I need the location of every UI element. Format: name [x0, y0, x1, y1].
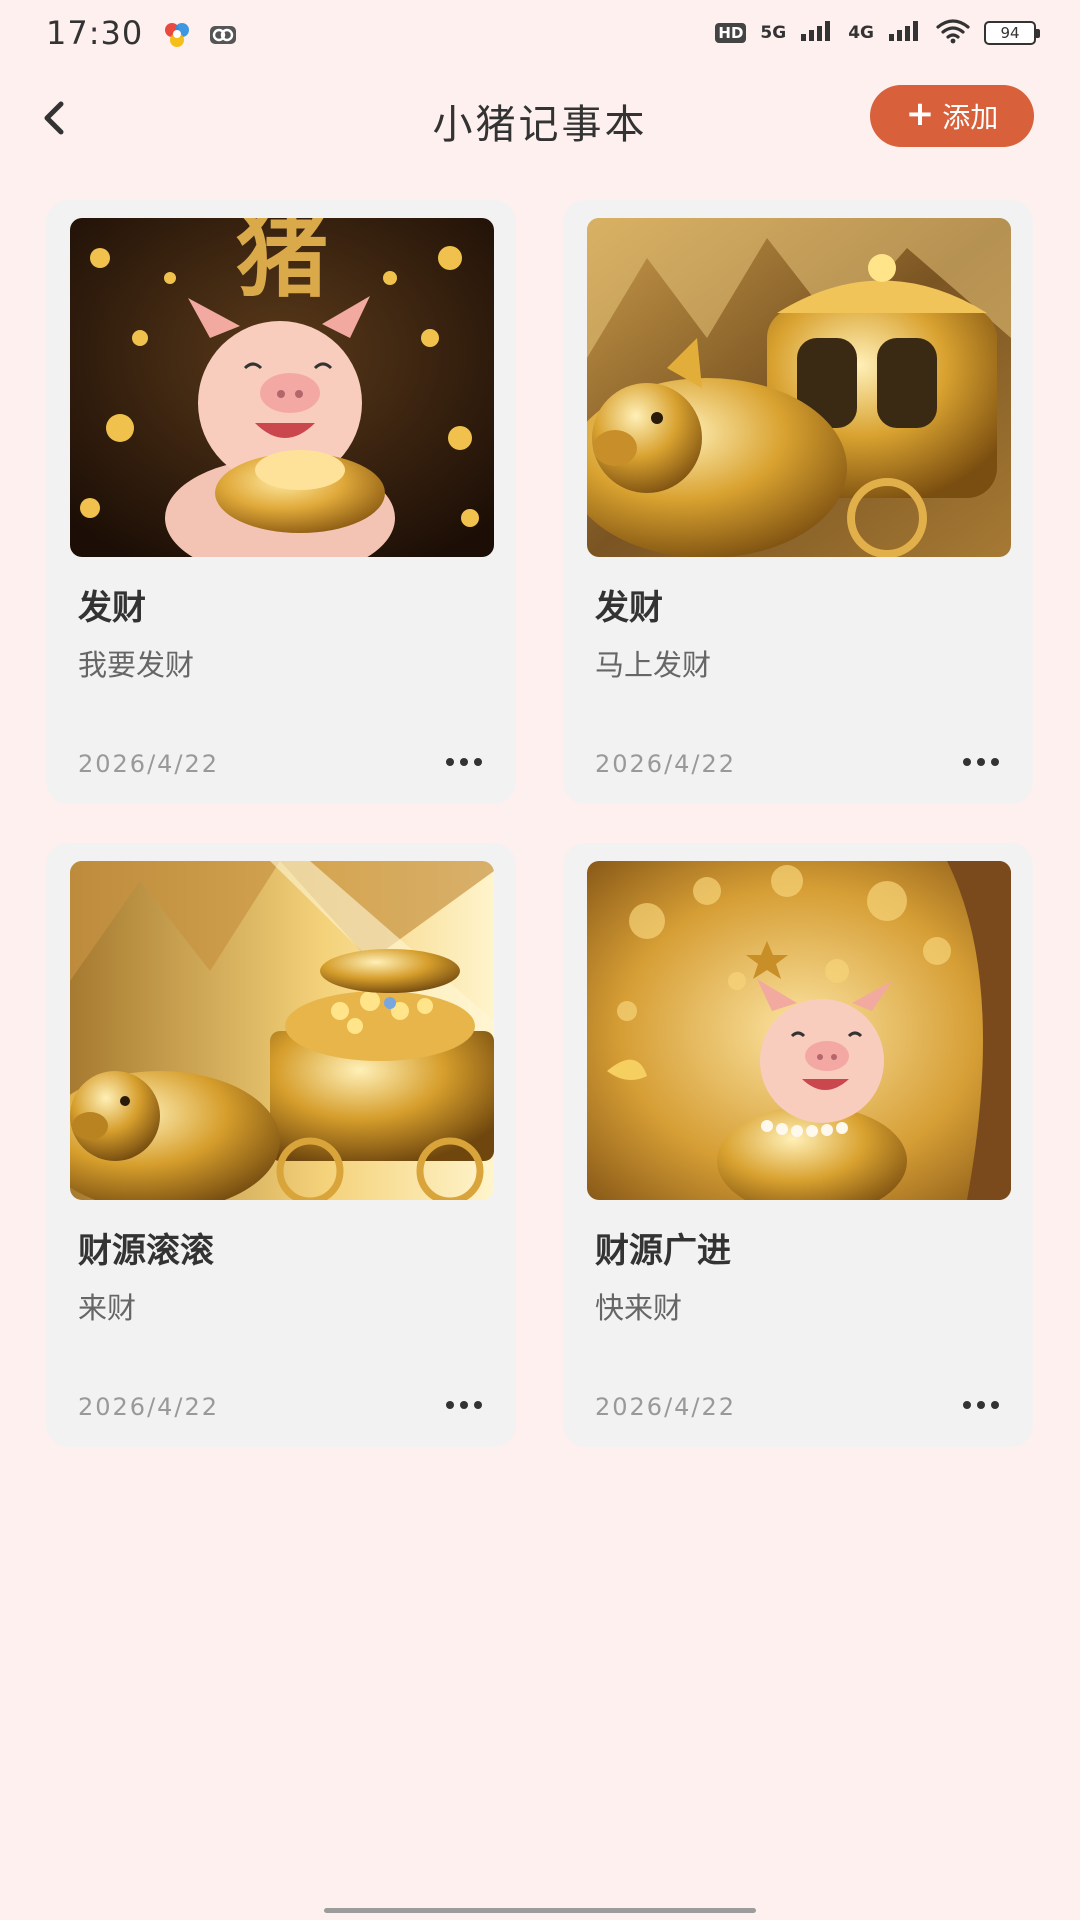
- wifi-icon: [936, 18, 970, 48]
- note-date: 2026/4/22: [78, 1393, 220, 1421]
- more-dot: [474, 1401, 482, 1409]
- note-title: 发财: [78, 588, 146, 628]
- more-dot: [977, 758, 985, 766]
- add-note-button[interactable]: + 添加: [870, 85, 1034, 147]
- note-date: 2026/4/22: [595, 1393, 737, 1421]
- note-date: 2026/4/22: [595, 750, 737, 778]
- more-dot: [977, 1401, 985, 1409]
- note-card[interactable]: 财源滚滚 来财 2026/4/22: [46, 843, 516, 1447]
- svg-text:猪: 猪: [236, 218, 328, 310]
- golden-pig-treasure-image: [70, 861, 494, 1200]
- status-bar: 17:30 HD 5G 4G 94: [0, 0, 1080, 70]
- note-title: 发财: [595, 588, 663, 628]
- note-description: 马上发财: [595, 648, 712, 682]
- home-indicator[interactable]: [324, 1908, 756, 1913]
- more-options-button[interactable]: [953, 744, 1009, 780]
- note-description: 快来财: [595, 1291, 683, 1325]
- note-card[interactable]: 发财 马上发财 2026/4/22: [563, 200, 1033, 804]
- pig-with-gold-ingot-image: 猪: [70, 218, 494, 557]
- note-title: 财源滚滚: [78, 1231, 214, 1271]
- plus-icon: +: [905, 94, 935, 134]
- note-description: 我要发财: [78, 648, 195, 682]
- note-card[interactable]: 猪 发财 我要发财 2026/4/22: [46, 200, 516, 804]
- net-4g-label: 4G: [848, 23, 874, 43]
- more-options-button[interactable]: [953, 1387, 1009, 1423]
- note-description: 来财: [78, 1291, 137, 1325]
- note-date: 2026/4/22: [78, 750, 220, 778]
- more-dot: [991, 758, 999, 766]
- more-dot: [460, 758, 468, 766]
- pig-gold-forest-image: [587, 861, 1011, 1200]
- more-dot: [963, 758, 971, 766]
- hd-indicator: HD: [715, 23, 747, 43]
- app-notification-icon: [162, 20, 192, 50]
- note-title: 财源广进: [595, 1231, 731, 1271]
- notification-badge-icon: [208, 20, 238, 50]
- signal-5g-icon: [800, 20, 834, 46]
- golden-pig-carriage-image: [587, 218, 1011, 557]
- net-5g-label: 5G: [760, 23, 787, 43]
- more-options-button[interactable]: [436, 744, 492, 780]
- battery-indicator: 94: [984, 21, 1040, 45]
- status-time: 17:30: [46, 14, 144, 52]
- more-options-button[interactable]: [436, 1387, 492, 1423]
- more-dot: [963, 1401, 971, 1409]
- more-dot: [474, 758, 482, 766]
- more-dot: [446, 1401, 454, 1409]
- add-button-label: 添加: [942, 101, 999, 134]
- app-header: 小猪记事本 + 添加: [0, 70, 1080, 166]
- note-card[interactable]: 财源广进 快来财 2026/4/22: [563, 843, 1033, 1447]
- more-dot: [446, 758, 454, 766]
- more-dot: [991, 1401, 999, 1409]
- signal-4g-icon: [888, 20, 922, 46]
- more-dot: [460, 1401, 468, 1409]
